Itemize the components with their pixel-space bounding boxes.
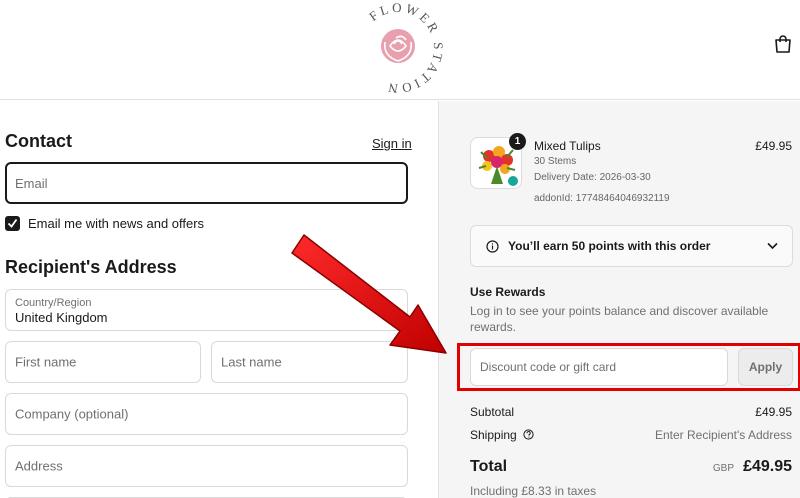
order-summary: 1 Mixed Tulips 30 Stems Delivery Date: 2… (438, 101, 800, 498)
company-field[interactable]: Company (optional) (5, 393, 408, 435)
country-region-label: Country/Region (15, 297, 92, 309)
total-value: £49.95 (743, 458, 792, 475)
country-region-select[interactable]: Country/Region United Kingdom (5, 289, 408, 331)
product-name: Mixed Tulips (534, 139, 601, 153)
product-stems: 30 Stems (534, 156, 577, 167)
tax-note: Including £8.33 in taxes (470, 484, 597, 498)
site-header: FLOWER STATION (0, 0, 800, 100)
points-banner[interactable]: You’ll earn 50 points with this order (470, 225, 793, 267)
product-addon-id: addonId: 17748464046932119 (534, 193, 670, 204)
sign-in-link[interactable]: Sign in (372, 136, 412, 151)
last-name-placeholder: Last name (221, 354, 282, 370)
news-offers-checkbox[interactable] (5, 216, 20, 231)
apply-discount-button[interactable]: Apply (738, 348, 793, 386)
discount-code-input[interactable] (470, 348, 728, 386)
info-icon (486, 240, 499, 253)
total-currency: GBP (712, 463, 734, 474)
product-delivery-date: Delivery Date: 2026-03-30 (534, 172, 651, 183)
use-rewards-heading: Use Rewards (470, 285, 546, 299)
subtotal-label: Subtotal (470, 405, 515, 419)
email-field[interactable] (5, 162, 408, 204)
product-price: £49.95 (755, 139, 792, 153)
subtotal-value: £49.95 (755, 405, 792, 419)
address-field[interactable]: Address (5, 445, 408, 487)
checkmark-icon (7, 218, 18, 228)
use-rewards-description: Log in to see your points balance and di… (470, 304, 769, 334)
country-region-value: United Kingdom (15, 310, 108, 325)
svg-text:FLOWER STATION: FLOWER STATION (366, 2, 444, 94)
news-offers-label: Email me with news and offers (28, 216, 205, 231)
logo-text-ring: FLOWER STATION (366, 2, 444, 94)
first-name-placeholder: First name (15, 354, 77, 370)
shipping-label-row: Shipping (470, 428, 534, 442)
quantity-badge: 1 (509, 133, 526, 150)
shipping-value: Enter Recipient's Address (654, 428, 792, 442)
flower-station-logo[interactable]: FLOWER STATION (352, 2, 444, 94)
chevron-down-icon (767, 242, 778, 250)
help-icon[interactable] (523, 429, 534, 440)
first-name-field[interactable]: First name (5, 341, 201, 383)
company-placeholder: Company (optional) (15, 406, 129, 422)
points-message: You’ll earn 50 points with this order (508, 239, 711, 253)
contact-heading: Contact (5, 131, 72, 151)
last-name-field[interactable]: Last name (211, 341, 408, 383)
recipient-address-heading: Recipient's Address (5, 257, 177, 277)
shipping-label: Shipping (470, 428, 517, 442)
checkout-form: Contact Sign in Email me with news and o… (0, 101, 438, 498)
address-placeholder: Address (15, 458, 63, 474)
shopping-bag-icon[interactable] (774, 34, 792, 54)
total-label: Total (470, 458, 508, 475)
